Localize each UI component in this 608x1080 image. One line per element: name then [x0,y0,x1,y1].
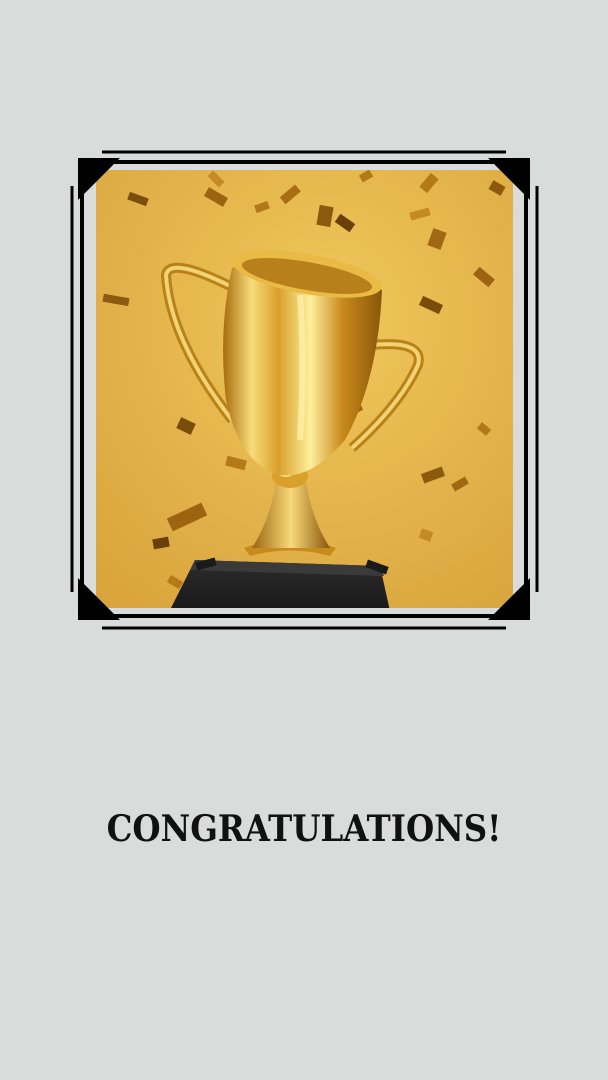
congratulations-card: CONGRATULATIONS! [0,0,608,1080]
congratulations-title: CONGRATULATIONS! [106,808,502,850]
photo-frame [70,150,539,630]
trophy-photo [96,170,513,608]
trophy-base [171,557,390,608]
